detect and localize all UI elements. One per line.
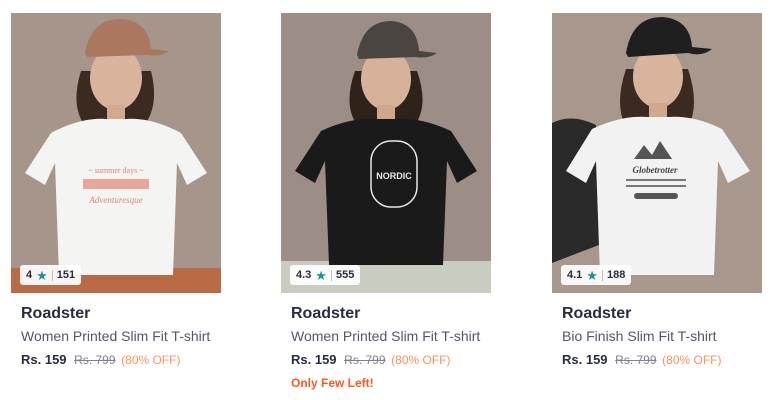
discount-label: (80% OFF)	[391, 353, 451, 367]
rating-badge: 4.1 ★ 188	[561, 265, 632, 285]
product-card[interactable]: NORDIC 4.3 ★ 555 Roadster Women Printed …	[281, 13, 491, 390]
svg-text:NORDIC: NORDIC	[376, 171, 412, 181]
divider	[330, 269, 332, 281]
product-price: Rs. 159	[21, 352, 67, 367]
product-image[interactable]: Globetrotter 4.1 ★ 188	[552, 13, 762, 293]
rating-value: 4.1	[567, 269, 583, 281]
rating-badge: 4 ★ 151	[20, 265, 82, 285]
product-title[interactable]: Women Printed Slim Fit T-shirt	[21, 327, 211, 345]
discount-label: (80% OFF)	[662, 353, 722, 367]
product-image[interactable]: ~ summer days ~ Adventuresque 4 ★ 151	[11, 13, 221, 293]
product-brand[interactable]: Roadster	[21, 304, 211, 324]
svg-text:~ summer days ~: ~ summer days ~	[88, 166, 144, 175]
star-icon: ★	[586, 267, 598, 283]
product-title[interactable]: Women Printed Slim Fit T-shirt	[291, 327, 481, 345]
product-mrp: Rs. 799	[344, 353, 386, 367]
price-row: Rs. 159 Rs. 799 (80% OFF)	[21, 352, 211, 368]
rating-value: 4.3	[296, 269, 312, 281]
rating-count: 151	[56, 269, 76, 281]
svg-text:Globetrotter: Globetrotter	[633, 165, 678, 175]
stock-alert: Only Few Left!	[291, 376, 374, 390]
product-card[interactable]: Globetrotter 4.1 ★ 188 Roadster Bio Fini…	[552, 13, 762, 368]
discount-label: (80% OFF)	[121, 353, 181, 367]
product-mrp: Rs. 799	[74, 353, 116, 367]
product-price: Rs. 159	[291, 352, 337, 367]
svg-text:Adventuresque: Adventuresque	[88, 195, 142, 205]
product-mrp: Rs. 799	[615, 353, 657, 367]
rating-count: 188	[606, 269, 626, 281]
product-brand[interactable]: Roadster	[562, 304, 752, 324]
product-image[interactable]: NORDIC 4.3 ★ 555	[281, 13, 491, 293]
divider	[51, 269, 53, 281]
star-icon: ★	[315, 267, 327, 283]
price-row: Rs. 159 Rs. 799 (80% OFF)	[291, 352, 481, 368]
product-price: Rs. 159	[562, 352, 608, 367]
rating-value: 4	[26, 269, 33, 281]
rating-count: 555	[335, 269, 355, 281]
price-row: Rs. 159 Rs. 799 (80% OFF)	[562, 352, 752, 368]
product-title[interactable]: Bio Finish Slim Fit T-shirt	[562, 327, 752, 345]
rating-badge: 4.3 ★ 555	[290, 265, 361, 285]
product-card[interactable]: ~ summer days ~ Adventuresque 4 ★ 151 Ro…	[11, 13, 221, 368]
star-icon: ★	[36, 267, 48, 283]
divider	[601, 269, 603, 281]
product-brand[interactable]: Roadster	[291, 304, 481, 324]
